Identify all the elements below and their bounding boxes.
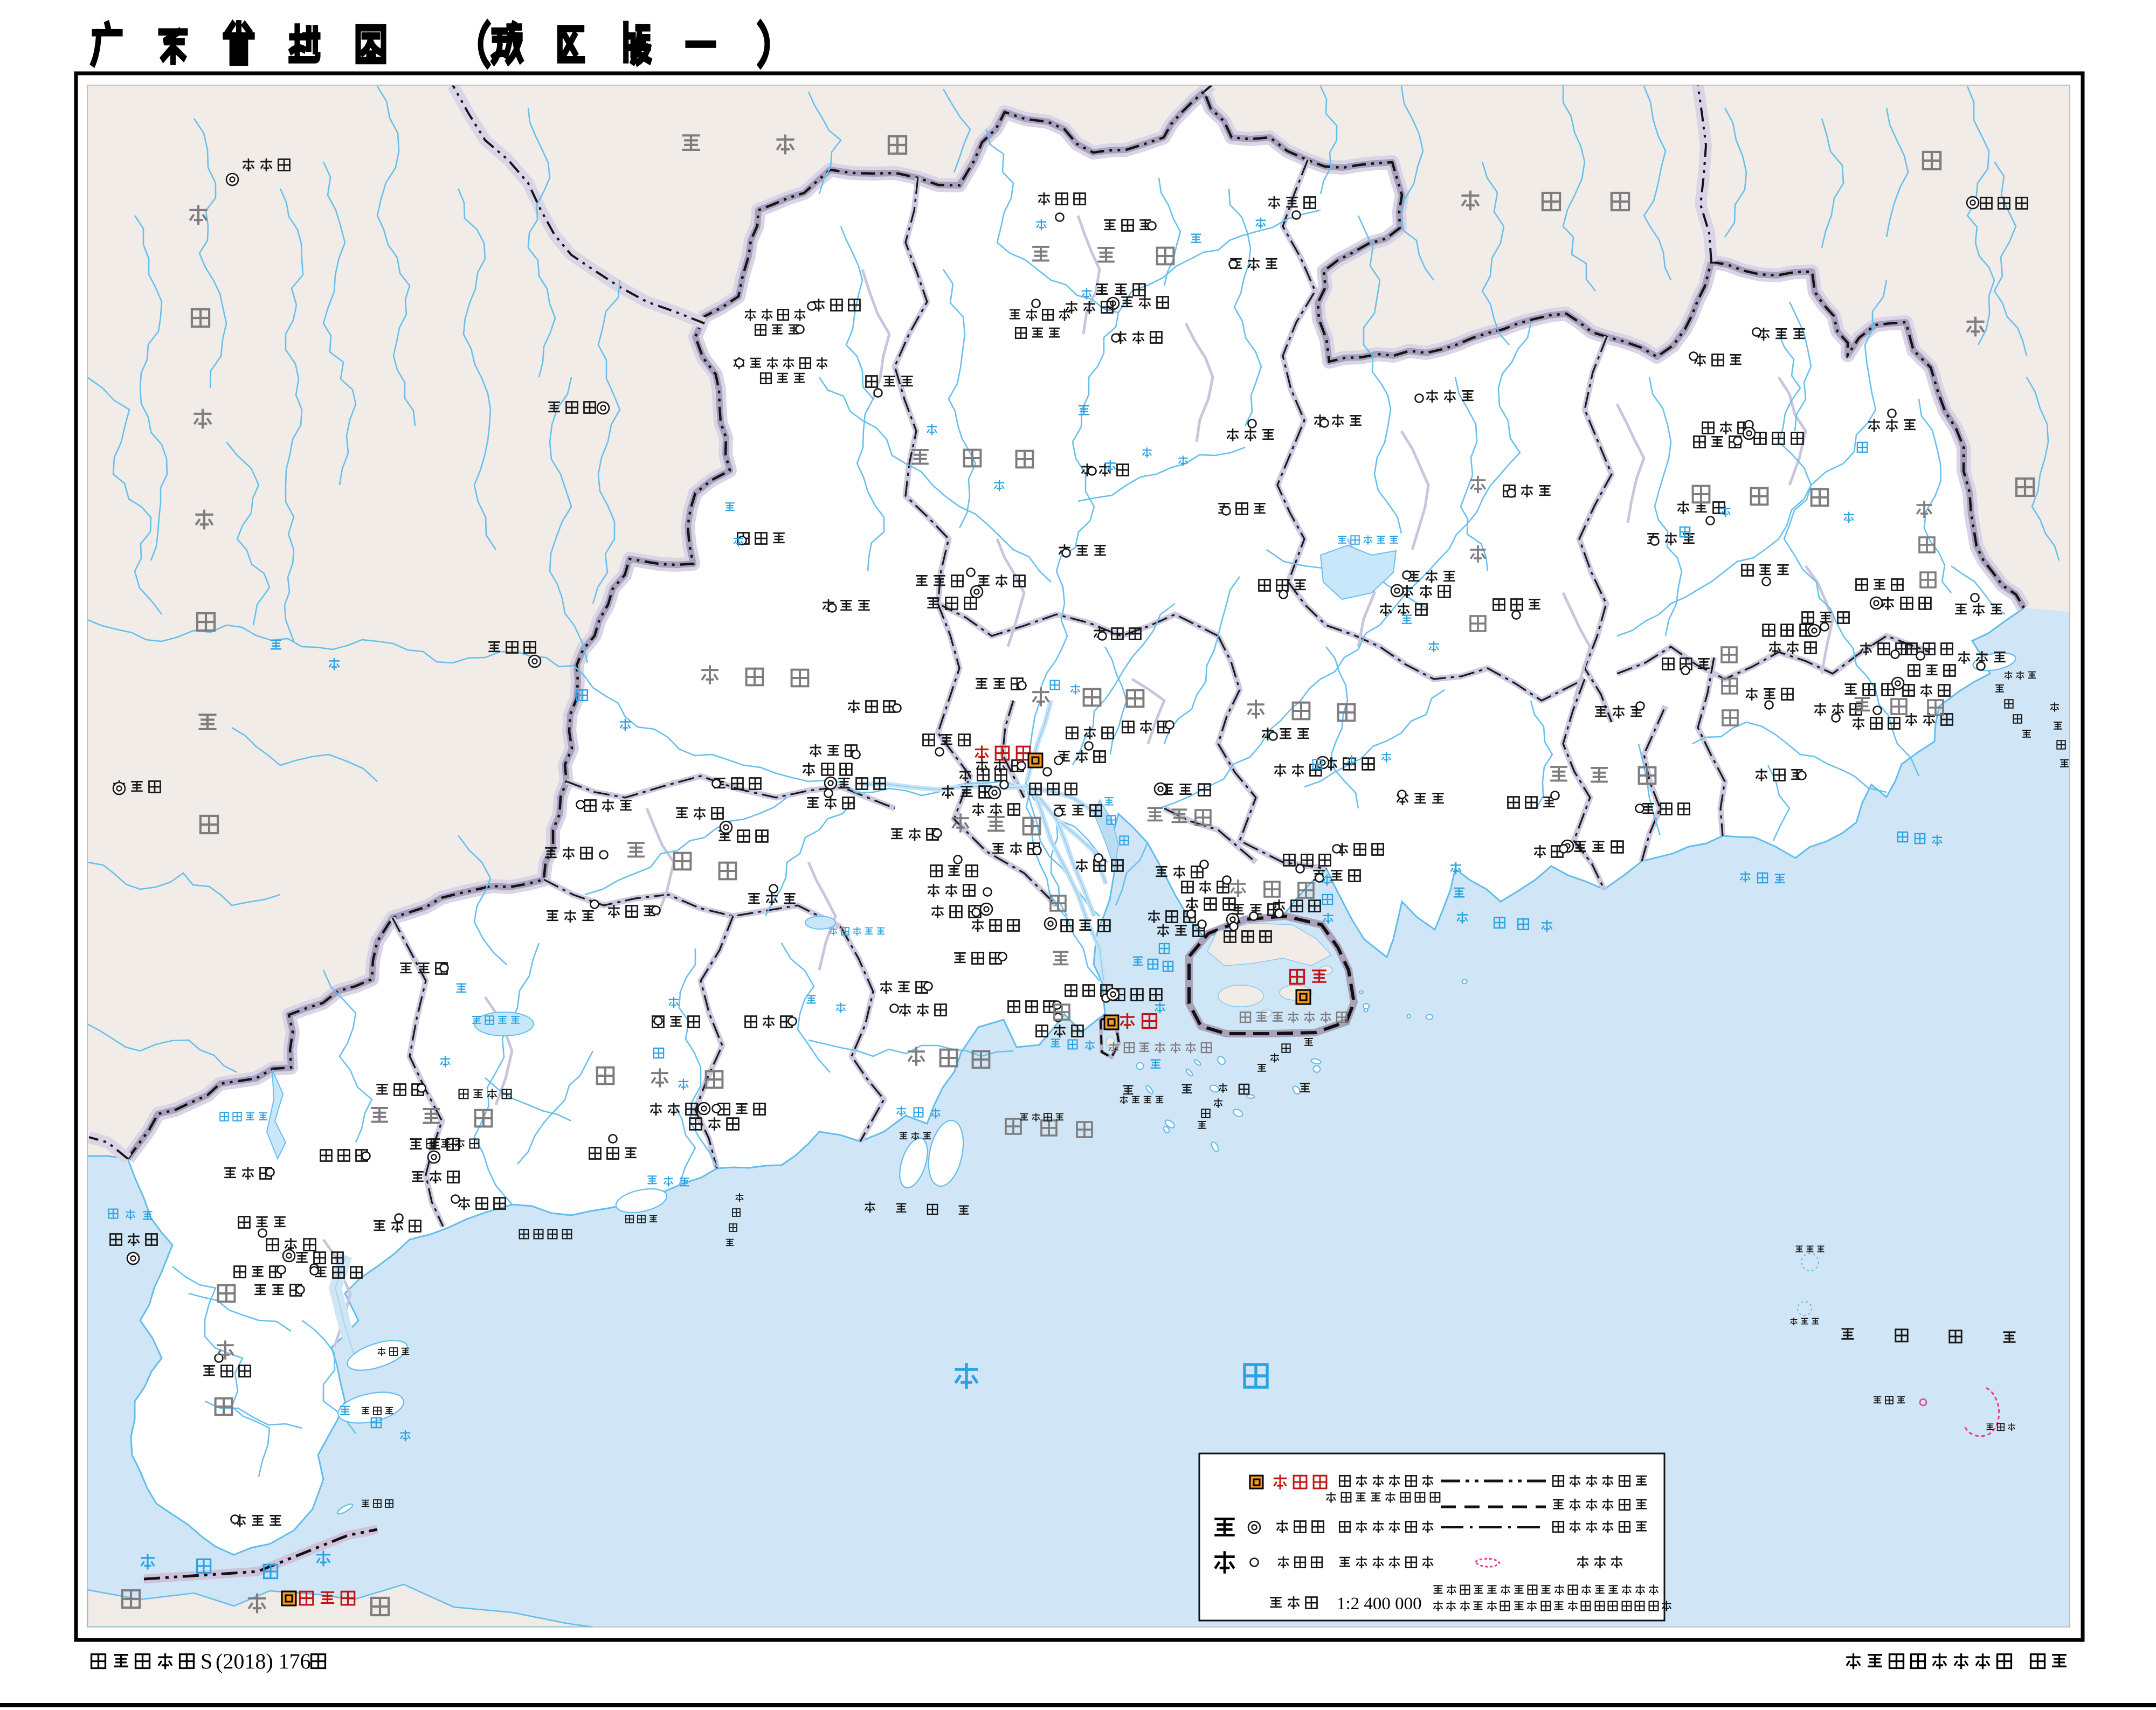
svg-text:1:2 400 000: 1:2 400 000	[1337, 1594, 1422, 1614]
svg-text:(2018) 176: (2018) 176	[216, 1649, 311, 1673]
svg-text:S: S	[201, 1649, 212, 1673]
